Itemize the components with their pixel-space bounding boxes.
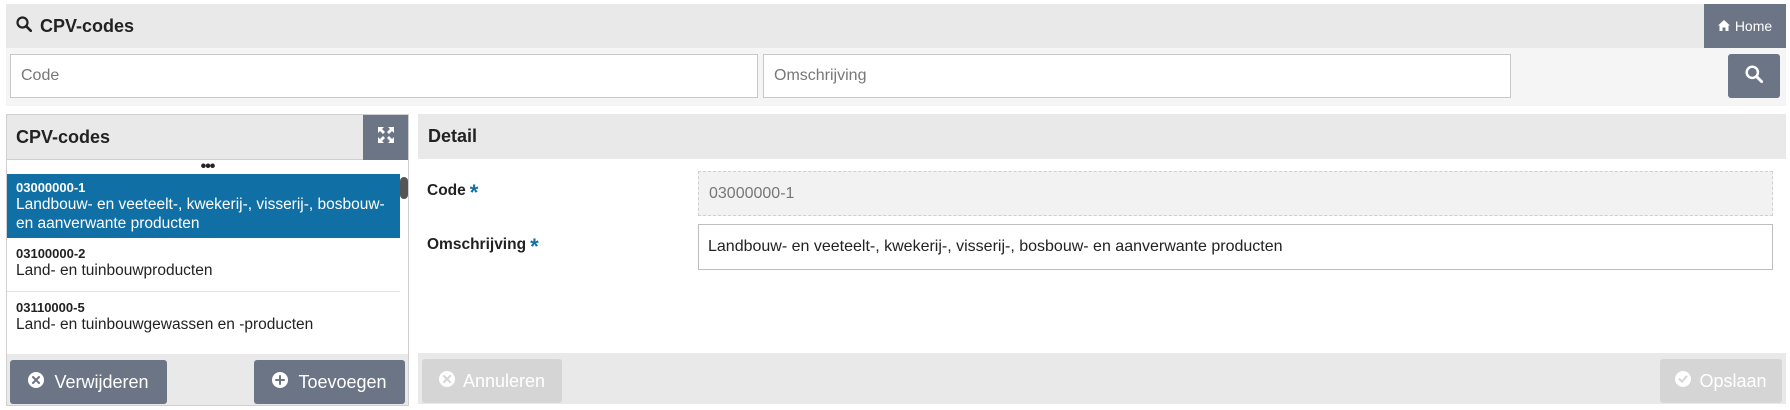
list-item-code: 03100000-2: [16, 246, 86, 261]
home-button[interactable]: Home: [1704, 4, 1786, 48]
search-button[interactable]: [1728, 54, 1780, 98]
page-title: CPV-codes: [16, 4, 134, 48]
list-item[interactable]: 03100000-2 Land- en tuinbouwproducten: [7, 240, 400, 292]
home-button-label: Home: [1734, 18, 1773, 34]
page-title-text: CPV-codes: [40, 15, 135, 36]
list-item-description: Land- en tuinbouwgewassen en -producten: [16, 316, 314, 333]
code-label-text: Code: [427, 182, 466, 199]
required-marker: *: [469, 180, 479, 205]
expand-arrows-icon: [377, 127, 394, 148]
list-item[interactable]: 03000000-1 Landbouw- en veeteelt-, kweke…: [7, 174, 400, 238]
code-search-input[interactable]: [10, 54, 758, 98]
omschrijving-label-text: Omschrijving: [427, 236, 527, 253]
list-item-description: Land- en tuinbouwproducten: [16, 262, 213, 279]
list-item[interactable]: 03110000-5 Land- en tuinbouwgewassen en …: [7, 294, 400, 346]
load-more-indicator[interactable]: •••: [7, 159, 408, 175]
search-icon: [16, 15, 33, 37]
add-button-label: Toevoegen: [298, 371, 387, 392]
top-header-bar: CPV-codes Home: [6, 4, 1786, 48]
list-item-description: Landbouw- en veeteelt-, kwekerij-, visse…: [16, 196, 385, 232]
cpv-list: 03000000-1 Landbouw- en veeteelt-, kweke…: [7, 174, 408, 354]
save-button[interactable]: Opslaan: [1660, 359, 1782, 403]
omschrijving-field-label: Omschrijving *: [427, 234, 539, 259]
check-circle-icon: [1675, 370, 1692, 392]
plus-circle-icon: [272, 371, 289, 393]
list-scrollbar[interactable]: [400, 177, 408, 199]
delete-button[interactable]: Verwijderen: [10, 360, 167, 404]
x-circle-icon: [438, 370, 455, 392]
list-panel-footer: Verwijderen Toevoegen: [7, 354, 408, 405]
detail-panel-title: Detail: [428, 126, 478, 146]
home-icon: [1717, 18, 1730, 34]
list-item-code: 03110000-5: [16, 300, 85, 315]
code-field: 03000000-1: [698, 171, 1773, 216]
list-panel-header: CPV-codes: [7, 115, 408, 160]
detail-panel-footer: Annuleren Opslaan: [418, 353, 1786, 404]
x-circle-icon: [28, 371, 45, 393]
detail-panel: Detail Code * 03000000-1 Omschrijving * …: [418, 114, 1786, 406]
cancel-button-label: Annuleren: [462, 370, 546, 391]
required-marker: *: [530, 234, 539, 259]
list-panel-title: CPV-codes: [16, 127, 111, 147]
cancel-button[interactable]: Annuleren: [422, 359, 562, 403]
code-field-label: Code *: [427, 180, 479, 205]
save-button-label: Opslaan: [1699, 370, 1767, 391]
detail-panel-header: Detail: [418, 114, 1786, 159]
search-icon: [1745, 64, 1764, 88]
cpv-list-panel: CPV-codes ••• 03000000-1 Landbouw- en ve…: [6, 114, 409, 406]
expand-button[interactable]: [363, 115, 408, 160]
omschrijving-field[interactable]: Landbouw- en veeteelt-, kwekerij-, visse…: [698, 224, 1773, 270]
add-button[interactable]: Toevoegen: [254, 360, 405, 404]
search-row: [6, 48, 1786, 106]
list-item-code: 03000000-1: [16, 180, 86, 195]
omschrijving-search-input[interactable]: [763, 54, 1511, 98]
delete-button-label: Verwijderen: [54, 371, 149, 392]
